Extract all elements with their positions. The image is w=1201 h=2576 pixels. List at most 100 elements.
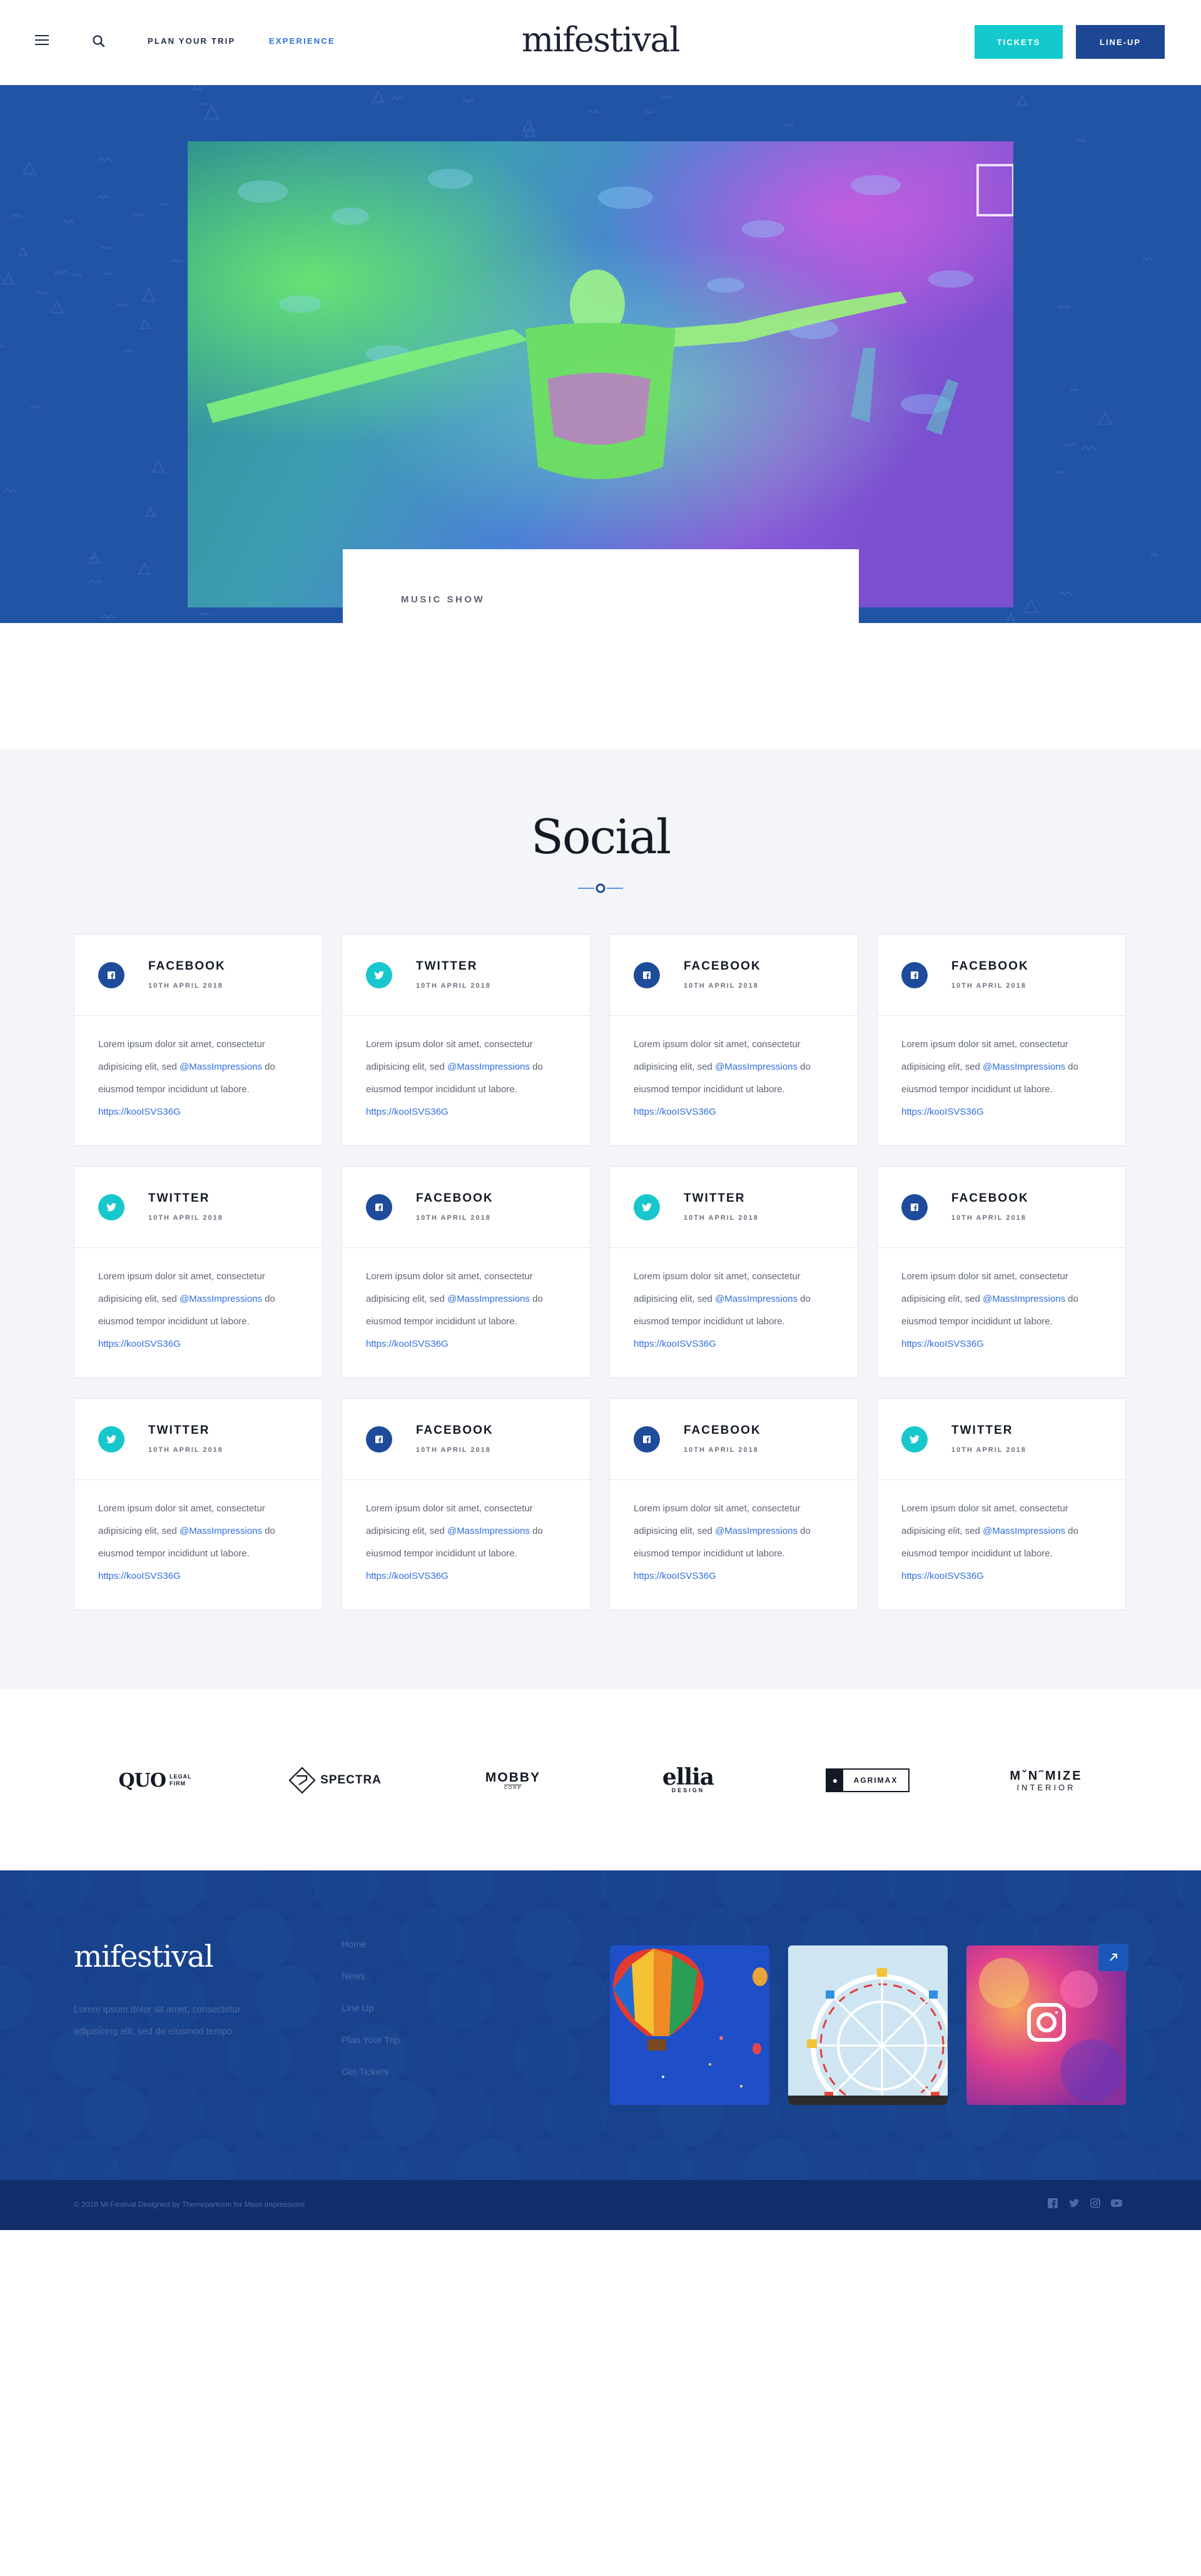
quo-logo-text: QUO xyxy=(118,1769,166,1792)
twitter-icon[interactable] xyxy=(98,1194,124,1220)
hero-pattern-shape xyxy=(36,290,49,295)
facebook-icon[interactable] xyxy=(901,1194,928,1220)
social-post-link[interactable]: https://kooISVS36G xyxy=(98,1107,181,1117)
partner-logo-minimize[interactable]: MˇN˝MIZE INTERIOR xyxy=(995,1763,1098,1798)
hero-pattern-shape xyxy=(1023,598,1039,614)
social-post-date: 10TH APRIL 2018 xyxy=(148,982,223,990)
social-post-link[interactable]: https://kooISVS36G xyxy=(366,1571,448,1581)
partner-logo-agrimax[interactable]: ● AGRIMAX xyxy=(824,1763,911,1798)
social-post-mention[interactable]: @MassImpressions xyxy=(180,1062,262,1072)
social-post-link[interactable]: https://kooISVS36G xyxy=(901,1571,984,1581)
nav-plan-your-trip[interactable]: PLAN YOUR TRIP xyxy=(148,36,235,46)
social-post-mention[interactable]: @MassImpressions xyxy=(447,1062,530,1072)
facebook-icon[interactable] xyxy=(366,1426,392,1453)
social-post-link[interactable]: https://kooISVS36G xyxy=(98,1571,181,1581)
instagram-photo-balloons[interactable] xyxy=(610,1945,769,2105)
social-card[interactable]: FACEBOOK 10TH APRIL 2018 Lorem ipsum dolor… xyxy=(609,1398,858,1610)
facebook-icon[interactable] xyxy=(98,962,124,988)
site-logo[interactable]: mifestival xyxy=(522,20,681,59)
hero-pattern-shape xyxy=(1098,410,1113,425)
twitter-icon[interactable] xyxy=(1068,2198,1080,2209)
nav-experience[interactable]: EXPERIENCE xyxy=(269,36,335,46)
social-post-date: 10TH APRIL 2018 xyxy=(148,1214,223,1222)
social-post-mention[interactable]: @MassImpressions xyxy=(447,1294,530,1304)
hamburger-menu-icon[interactable] xyxy=(35,35,49,46)
minimize-logo-text: MˇN˝MIZE xyxy=(1010,1768,1083,1783)
hero-pattern-shape xyxy=(1005,612,1016,623)
social-post-mention[interactable]: @MassImpressions xyxy=(180,1294,262,1304)
lineup-button[interactable]: LINE-UP xyxy=(1076,25,1165,59)
tickets-button[interactable]: TICKETS xyxy=(975,25,1063,59)
social-network-name: TWITTER xyxy=(684,1192,746,1205)
social-post-link[interactable]: https://kooISVS36G xyxy=(366,1339,448,1349)
hero-pattern-shape xyxy=(1081,445,1096,451)
search-icon[interactable] xyxy=(91,34,106,49)
social-post-mention[interactable]: @MassImpressions xyxy=(715,1294,798,1304)
facebook-icon[interactable] xyxy=(366,1194,392,1220)
social-post-link[interactable]: https://kooISVS36G xyxy=(634,1339,716,1349)
footer-nav-lineup[interactable]: Line Up xyxy=(342,2003,400,2035)
social-post-link[interactable]: https://kooISVS36G xyxy=(98,1339,181,1349)
twitter-icon[interactable] xyxy=(634,1194,660,1220)
social-post-mention[interactable]: @MassImpressions xyxy=(715,1526,798,1536)
facebook-icon[interactable] xyxy=(901,962,928,988)
social-card[interactable]: FACEBOOK 10TH APRIL 2018 Lorem ipsum dolor… xyxy=(342,1398,590,1610)
hero-pattern-shape xyxy=(1058,591,1073,596)
hero-crowd-image[interactable] xyxy=(188,141,1013,607)
footer-nav-news[interactable]: News xyxy=(342,1971,400,2003)
social-network-name: TWITTER xyxy=(951,1424,1013,1437)
social-card[interactable]: FACEBOOK 10TH APRIL 2018 Lorem ipsum dolor… xyxy=(877,1166,1126,1378)
social-post-mention[interactable]: @MassImpressions xyxy=(180,1526,262,1536)
social-post-date: 10TH APRIL 2018 xyxy=(416,982,491,990)
facebook-icon[interactable] xyxy=(1047,2198,1058,2209)
twitter-icon[interactable] xyxy=(901,1426,928,1453)
agrimax-logo-text: AGRIMAX xyxy=(853,1776,898,1785)
partner-logo-mobby[interactable]: MOBBY CORP xyxy=(475,1763,550,1798)
social-card[interactable]: TWITTER 10TH APRIL 2018 Lorem ipsum dolor … xyxy=(877,1398,1126,1610)
partner-logo-spectra[interactable]: SPECTRA xyxy=(285,1763,385,1798)
social-post-mention[interactable]: @MassImpressions xyxy=(983,1526,1065,1536)
social-network-name: FACEBOOK xyxy=(416,1424,494,1437)
hero-pattern-shape xyxy=(198,102,207,106)
hero-pattern-shape xyxy=(133,213,144,218)
partner-logo-ellia[interactable]: ellia DESIGN xyxy=(651,1763,726,1798)
spectra-logo-text: SPECTRA xyxy=(320,1773,382,1787)
social-card[interactable]: TWITTER 10TH APRIL 2018 Lorem ipsum dolor … xyxy=(74,1166,323,1378)
instagram-small-icon[interactable] xyxy=(1090,2198,1101,2209)
hero-pattern-shape xyxy=(54,270,69,275)
footer-logo[interactable]: mifestival xyxy=(74,1939,214,1974)
social-card[interactable]: TWITTER 10TH APRIL 2018 Lorem ipsum dolor … xyxy=(609,1166,858,1378)
social-card[interactable]: TWITTER 10TH APRIL 2018 Lorem ipsum dolor … xyxy=(74,1398,323,1610)
partner-logo-quo[interactable]: QUO LEGAL FIRM xyxy=(118,1763,193,1798)
social-post-link[interactable]: https://kooISVS36G xyxy=(634,1107,716,1117)
youtube-icon[interactable] xyxy=(1111,2198,1122,2209)
twitter-icon[interactable] xyxy=(366,962,392,988)
social-post-mention[interactable]: @MassImpressions xyxy=(447,1526,530,1536)
hero-pattern-shape xyxy=(151,459,165,473)
social-card[interactable]: TWITTER 10TH APRIL 2018 Lorem ipsum dolor … xyxy=(342,934,590,1146)
ellia-logo-text: ellia xyxy=(662,1764,714,1790)
social-post-mention[interactable]: @MassImpressions xyxy=(715,1062,798,1072)
social-card[interactable]: FACEBOOK 10TH APRIL 2018 Lorem ipsum dolor… xyxy=(74,934,323,1146)
hero-title[interactable]: First Wave Musical Line Up! xyxy=(401,618,837,623)
facebook-icon[interactable] xyxy=(634,1426,660,1453)
social-post-mention[interactable]: @MassImpressions xyxy=(983,1294,1065,1304)
external-link-arrow-icon[interactable] xyxy=(1098,1944,1128,1971)
social-post-link[interactable]: https://kooISVS36G xyxy=(901,1339,984,1349)
social-card[interactable]: FACEBOOK 10TH APRIL 2018 Lorem ipsum dolor… xyxy=(342,1166,590,1378)
social-post-link[interactable]: https://kooISVS36G xyxy=(366,1107,448,1117)
footer-nav-get-tickets[interactable]: Get Tickets xyxy=(342,2067,400,2099)
footer-pattern-circle xyxy=(83,2081,148,2146)
social-post-link[interactable]: https://kooISVS36G xyxy=(901,1107,984,1117)
footer-nav-plan-your-trip[interactable]: Plan Your Trip xyxy=(342,2035,400,2067)
social-post-mention[interactable]: @MassImpressions xyxy=(983,1062,1065,1072)
instagram-photo-ferris-wheel[interactable] xyxy=(788,1945,948,2105)
social-post-link[interactable]: https://kooISVS36G xyxy=(634,1571,716,1581)
social-card-header: FACEBOOK 10TH APRIL 2018 xyxy=(74,935,322,1016)
footer-nav-home[interactable]: Home xyxy=(342,1939,400,1971)
twitter-icon[interactable] xyxy=(98,1426,124,1453)
social-card[interactable]: FACEBOOK 10TH APRIL 2018 Lorem ipsum dolor… xyxy=(877,934,1126,1146)
social-card[interactable]: FACEBOOK 10TH APRIL 2018 Lorem ipsum dolor… xyxy=(609,934,858,1146)
footer-pattern-circle xyxy=(485,2081,550,2146)
facebook-icon[interactable] xyxy=(634,962,660,988)
